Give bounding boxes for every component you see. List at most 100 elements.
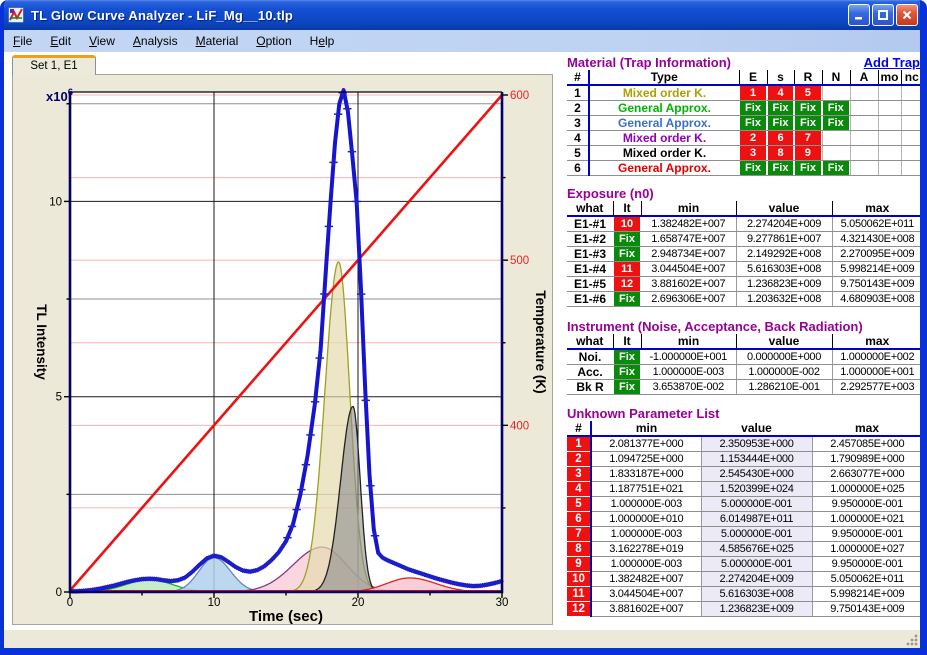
fit-index-badge[interactable]: 9 — [795, 146, 821, 160]
fit-index-badge[interactable]: 8 — [768, 146, 793, 160]
fix-badge[interactable]: Fix — [768, 161, 793, 175]
maximize-button[interactable] — [872, 4, 894, 26]
trap-param-cell[interactable]: Fix — [822, 101, 850, 116]
trap-param-cell[interactable]: Fix — [822, 161, 850, 176]
it-cell[interactable]: Fix — [613, 292, 641, 307]
it-cell[interactable]: Fix — [613, 232, 641, 247]
trap-type[interactable]: General Approx. — [589, 116, 739, 131]
trap-param-cell[interactable]: 4 — [767, 85, 794, 101]
row-label: E1-#4 — [567, 262, 613, 277]
it-cell[interactable]: 12 — [613, 277, 641, 292]
fit-index-badge[interactable]: 10 — [614, 217, 640, 231]
fix-badge[interactable]: Fix — [614, 380, 640, 394]
menu-item-analysis[interactable]: Analysis — [124, 32, 187, 50]
trap-param-cell[interactable]: Fix — [822, 116, 850, 131]
trap-param-cell[interactable]: Fix — [794, 161, 822, 176]
trap-param-cell[interactable]: Fix — [767, 101, 794, 116]
fit-index-badge[interactable]: 3 — [740, 146, 766, 160]
exposure-table-header-value: value — [736, 201, 832, 216]
trap-param-cell[interactable]: Fix — [767, 116, 794, 131]
it-cell[interactable]: 11 — [613, 262, 641, 277]
minimize-button[interactable] — [848, 4, 870, 26]
menu-item-help[interactable]: Help — [301, 32, 344, 50]
trap-param-cell[interactable]: 6 — [767, 131, 794, 146]
trap-param-cell[interactable]: Fix — [739, 116, 767, 131]
trap-param-cell[interactable]: Fix — [794, 101, 822, 116]
max-value: 1.000000E+021 — [812, 511, 922, 526]
trap-type[interactable]: Mixed order K. — [589, 85, 739, 101]
it-cell[interactable]: 10 — [613, 216, 641, 232]
menu-item-edit[interactable]: Edit — [41, 32, 80, 50]
fit-index-badge[interactable]: 12 — [614, 277, 640, 291]
trap-param-cell[interactable]: 9 — [794, 146, 822, 161]
tab-set1-e1[interactable]: Set 1, E1 — [12, 55, 96, 75]
current-value: 1.000000E-002 — [736, 365, 832, 380]
fix-badge[interactable]: Fix — [614, 247, 640, 261]
fix-badge[interactable]: Fix — [795, 161, 821, 175]
exposure-table-header-It: It — [613, 201, 641, 216]
fix-badge[interactable]: Fix — [614, 365, 640, 379]
current-value: 5.000000E-001 — [701, 496, 812, 511]
fix-badge[interactable]: Fix — [740, 101, 766, 115]
row-label: E1-#1 — [567, 216, 613, 232]
fix-badge[interactable]: Fix — [795, 116, 821, 130]
glow-curve-plot[interactable]: 01020300510400500600Time (sec)TL Intensi… — [13, 75, 552, 624]
it-cell[interactable]: Fix — [613, 365, 641, 380]
trap-param-cell[interactable]: Fix — [739, 101, 767, 116]
trap-param-cell[interactable]: 5 — [794, 85, 822, 101]
menu-item-option[interactable]: Option — [247, 32, 300, 50]
it-cell[interactable]: Fix — [613, 349, 641, 365]
menu-item-view[interactable]: View — [80, 32, 124, 50]
exposure-row-E1-#4: E1-#4113.044504E+0075.616303E+0085.99821… — [567, 262, 922, 277]
exposure-table-header-min: min — [641, 201, 736, 216]
fit-index-badge[interactable]: 1 — [740, 86, 766, 100]
trap-param-cell[interactable]: 2 — [739, 131, 767, 146]
it-cell[interactable]: Fix — [613, 380, 641, 395]
fix-badge[interactable]: Fix — [614, 350, 640, 364]
fix-badge[interactable]: Fix — [614, 232, 640, 246]
menu-item-material[interactable]: Material — [187, 32, 248, 50]
trap-type[interactable]: Mixed order K. — [589, 146, 739, 161]
fix-badge[interactable]: Fix — [740, 161, 766, 175]
trap-param-cell[interactable]: 8 — [767, 146, 794, 161]
trap-param-cell[interactable]: 1 — [739, 85, 767, 101]
instrument-title: Instrument (Noise, Acceptance, Back Radi… — [567, 319, 863, 334]
trap-param-cell[interactable]: Fix — [739, 161, 767, 176]
fix-badge[interactable]: Fix — [740, 116, 766, 130]
resize-grip[interactable] — [905, 633, 919, 647]
param-index: 6 — [567, 511, 591, 526]
svg-text:0: 0 — [56, 587, 62, 599]
trap-param-cell[interactable]: Fix — [794, 116, 822, 131]
max-value: 4.321430E+008 — [832, 232, 922, 247]
instrument-table-header-max: max — [832, 334, 922, 349]
fit-index-badge[interactable]: 6 — [768, 131, 793, 145]
fit-index-badge[interactable]: 7 — [795, 131, 821, 145]
trap-param-cell[interactable]: 3 — [739, 146, 767, 161]
svg-text:400: 400 — [510, 420, 529, 432]
it-cell[interactable]: Fix — [613, 247, 641, 262]
trap-param-cell[interactable]: 7 — [794, 131, 822, 146]
fix-badge[interactable]: Fix — [795, 101, 821, 115]
unknown-param-row-9: 91.000000E-0035.000000E-0019.950000E-001 — [567, 556, 922, 571]
min-value: 3.162278E+019 — [591, 541, 701, 556]
trap-param-cell — [850, 131, 878, 146]
fix-badge[interactable]: Fix — [614, 292, 640, 306]
trap-type[interactable]: General Approx. — [589, 101, 739, 116]
fix-badge[interactable]: Fix — [768, 116, 793, 130]
close-button[interactable] — [896, 4, 918, 26]
trap-type[interactable]: Mixed order K. — [589, 131, 739, 146]
svg-text:Time (sec): Time (sec) — [249, 608, 323, 624]
fit-index-badge[interactable]: 4 — [768, 86, 793, 100]
fit-index-badge[interactable]: 2 — [740, 131, 766, 145]
trap-param-cell[interactable]: Fix — [767, 161, 794, 176]
fix-badge[interactable]: Fix — [768, 101, 793, 115]
fit-index-badge[interactable]: 11 — [614, 262, 640, 276]
fix-badge[interactable]: Fix — [823, 116, 849, 130]
fix-badge[interactable]: Fix — [823, 161, 849, 175]
fix-badge[interactable]: Fix — [823, 101, 849, 115]
menu-item-file[interactable]: File — [4, 32, 41, 50]
add-trap-link[interactable]: Add Trap — [864, 55, 920, 70]
trap-type[interactable]: General Approx. — [589, 161, 739, 176]
fit-index-badge[interactable]: 5 — [795, 86, 821, 100]
max-value: 5.998214E+009 — [812, 586, 922, 601]
